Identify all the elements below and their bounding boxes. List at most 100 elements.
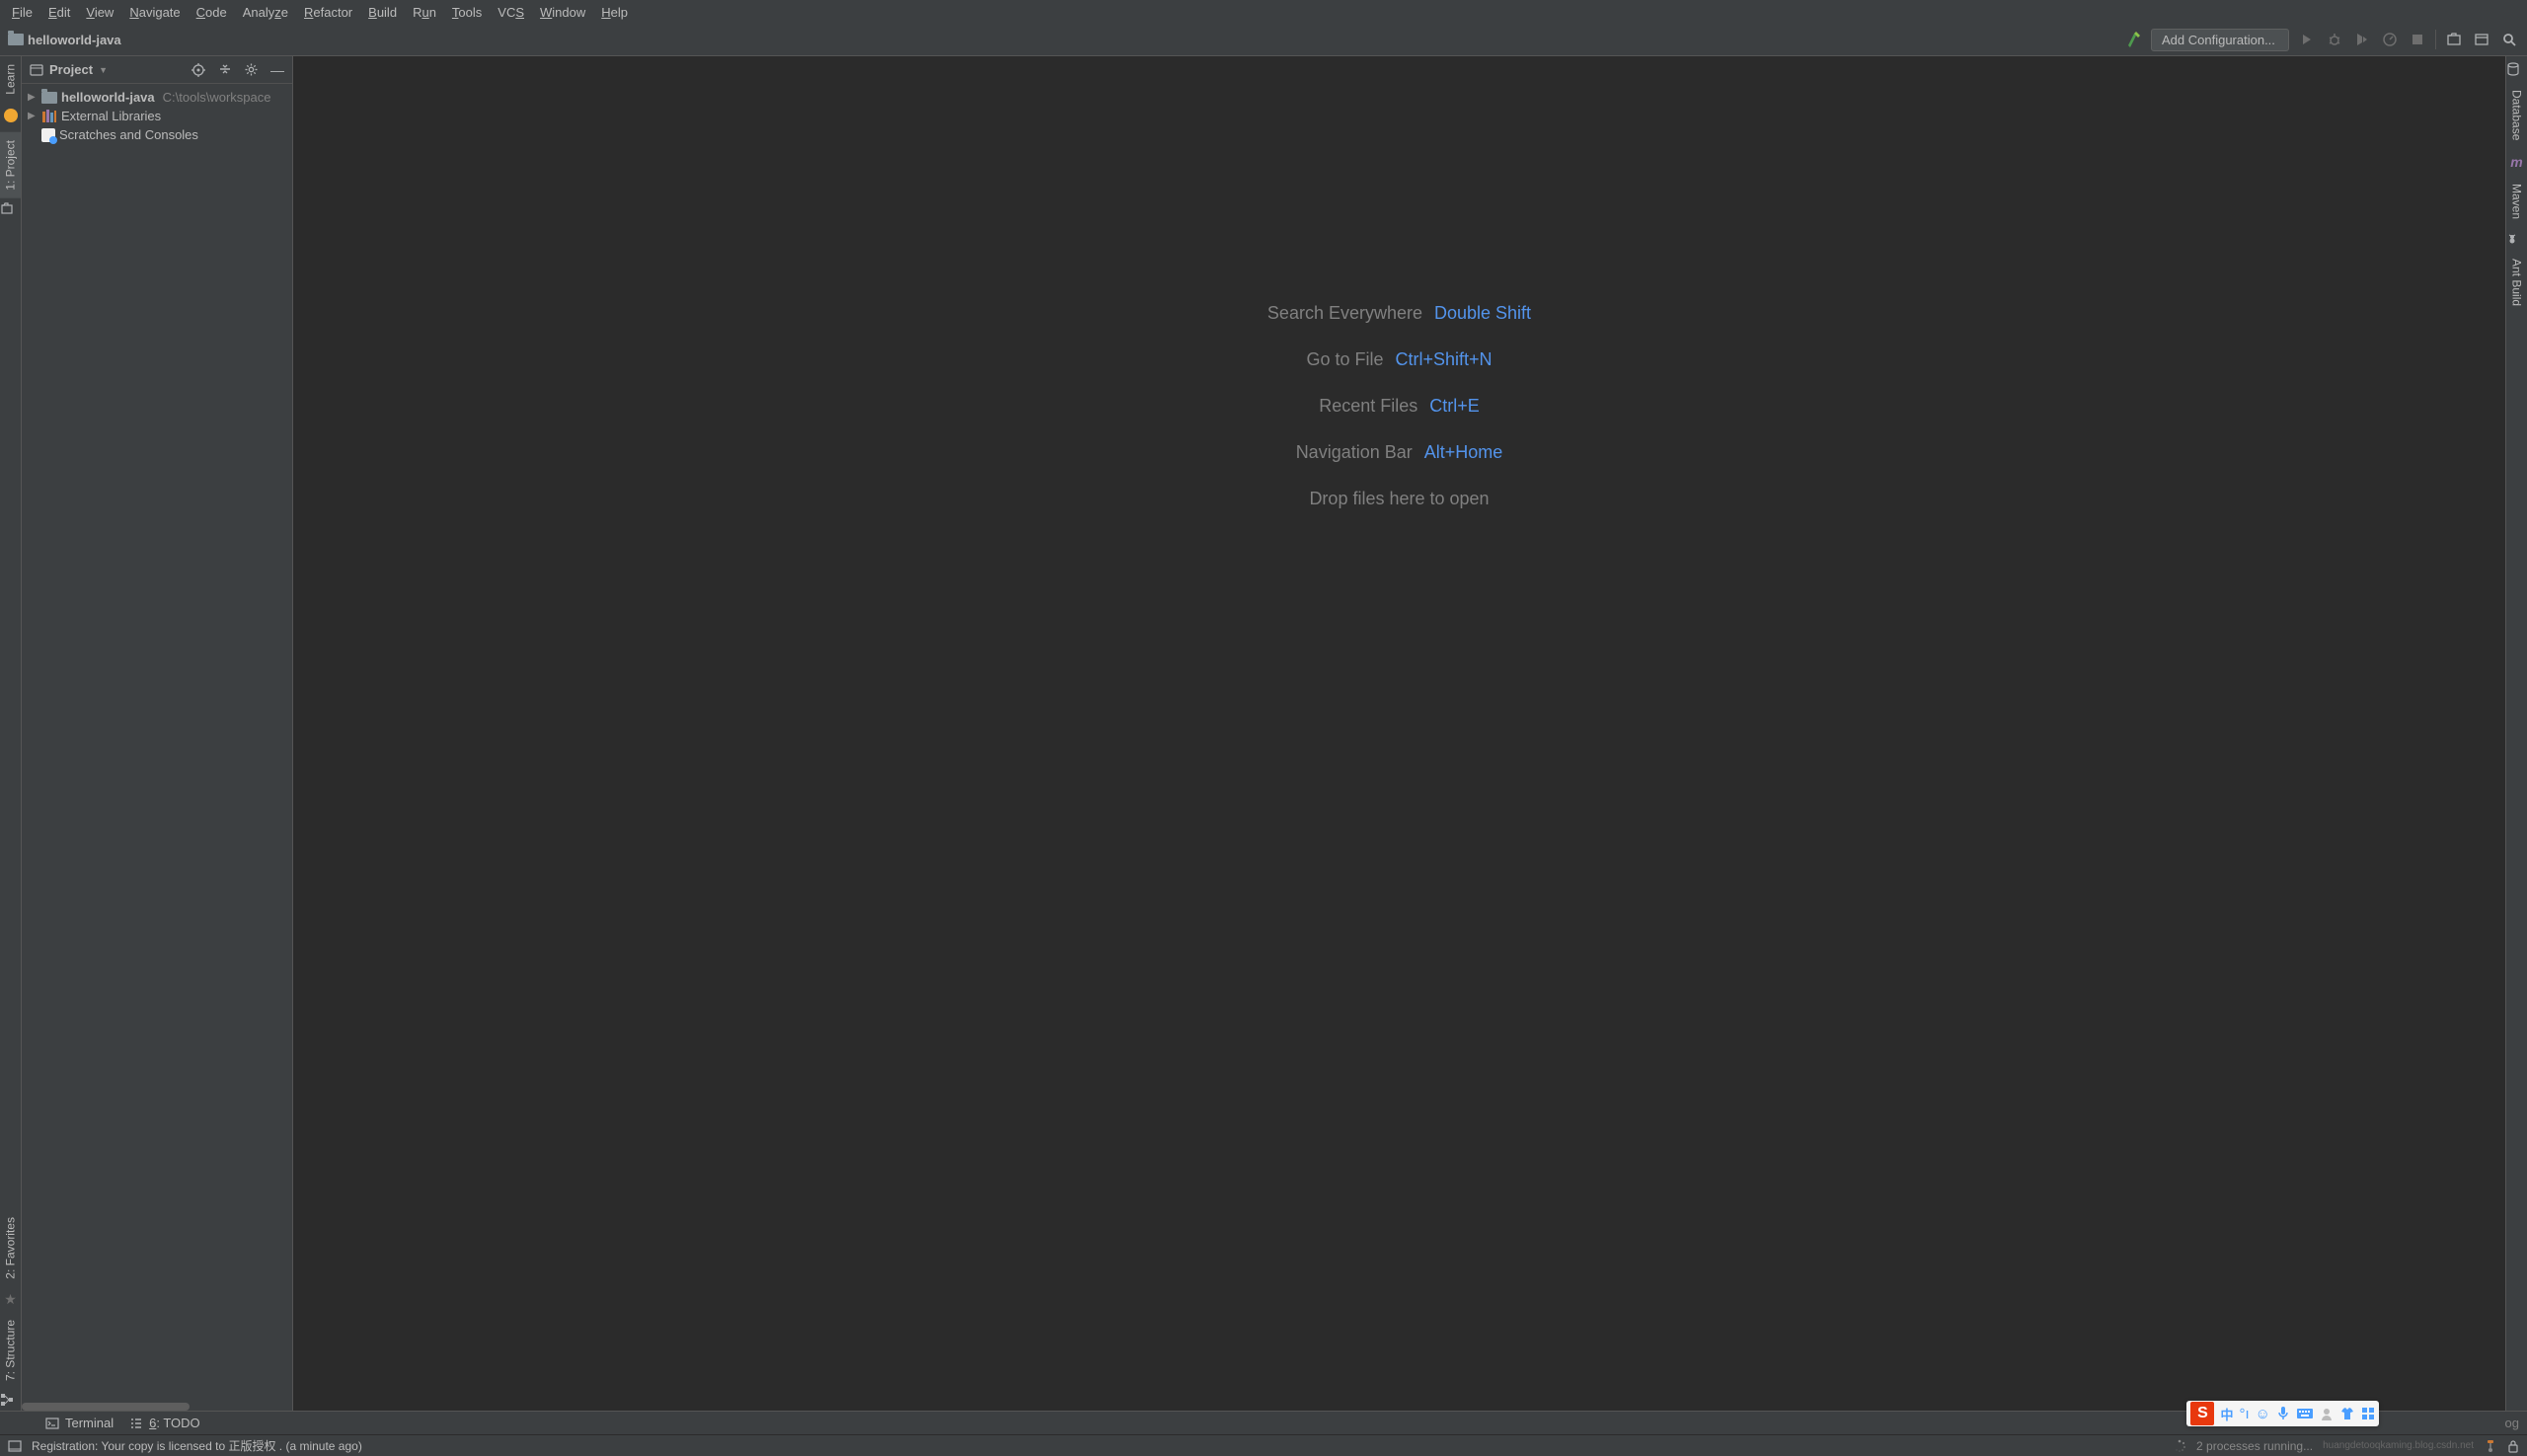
tree-scratches-row[interactable]: Scratches and Consoles: [22, 125, 292, 144]
hint-shortcut: Alt+Home: [1424, 442, 1503, 463]
menu-tools[interactable]: Tools: [444, 1, 490, 24]
hint-search-everywhere: Search Everywhere Double Shift: [1267, 303, 1531, 324]
horizontal-scrollbar[interactable]: [22, 1403, 292, 1411]
database-tab[interactable]: Database: [2506, 82, 2527, 148]
project-structure-button[interactable]: [2444, 30, 2464, 49]
todo-tab[interactable]: 6: TODO: [129, 1416, 200, 1430]
editor-empty-area[interactable]: Search Everywhere Double Shift Go to Fil…: [293, 56, 2505, 1411]
processes-status[interactable]: 2 processes running...: [2196, 1439, 2313, 1453]
folder-icon: [8, 34, 24, 45]
navigation-toolbar: helloworld-java Add Configuration...: [0, 24, 2527, 56]
ime-lang-button[interactable]: 中: [2220, 1405, 2233, 1423]
favorites-tab[interactable]: 2: Favorites: [0, 1209, 21, 1287]
menu-navigate[interactable]: Navigate: [121, 1, 188, 24]
project-panel: Project ▼ — ▶ helloworld-java C:\to: [22, 56, 293, 1411]
breadcrumb[interactable]: helloworld-java: [8, 33, 121, 47]
profile-button[interactable]: [2380, 30, 2400, 49]
learn-tab[interactable]: Learn: [0, 56, 21, 103]
stop-button[interactable]: [2408, 30, 2427, 49]
inspect-icon[interactable]: [2484, 1439, 2497, 1453]
hide-icon[interactable]: —: [270, 62, 284, 78]
hint-label: Search Everywhere: [1267, 303, 1422, 324]
menu-help[interactable]: Help: [593, 1, 636, 24]
ant-build-tab[interactable]: Ant Build: [2506, 251, 2527, 314]
menu-refactor[interactable]: Refactor: [296, 1, 360, 24]
collapse-all-icon[interactable]: [218, 62, 232, 78]
menu-file[interactable]: File: [4, 1, 40, 24]
hint-nav-bar: Navigation Bar Alt+Home: [1296, 442, 1503, 463]
star-icon: ★: [0, 1287, 21, 1312]
watermark-text: huangdetooqkaming.blog.csdn.net: [2323, 1440, 2474, 1451]
run-button[interactable]: [2297, 30, 2317, 49]
debug-button[interactable]: [2325, 30, 2344, 49]
menu-analyze[interactable]: Analyze: [235, 1, 296, 24]
project-tree[interactable]: ▶ helloworld-java C:\tools\workspace ▶ E…: [22, 84, 292, 1403]
ime-punct-button[interactable]: °ı: [2240, 1406, 2250, 1422]
menu-bar: File Edit View Navigate Code Analyze Ref…: [0, 0, 2527, 24]
project-panel-header: Project ▼ —: [22, 56, 292, 84]
tree-root-row[interactable]: ▶ helloworld-java C:\tools\workspace: [22, 88, 292, 107]
main-container: Learn 1: Project 2: Favorites ★ 7: Struc…: [0, 56, 2527, 1411]
right-tool-strip: Database m Maven Ant Build: [2505, 56, 2527, 1411]
menu-run[interactable]: Run: [405, 1, 444, 24]
hint-label: Navigation Bar: [1296, 442, 1413, 463]
coverage-button[interactable]: [2352, 30, 2372, 49]
expand-arrow-icon[interactable]: ▶: [28, 92, 38, 103]
tree-scratches-label: Scratches and Consoles: [59, 127, 198, 142]
project-tab-label: 1: Project: [4, 140, 18, 191]
ime-emoji-button[interactable]: ☺: [2256, 1406, 2270, 1422]
maven-tab[interactable]: Maven: [2506, 176, 2527, 227]
expand-arrow-icon[interactable]: ▶: [28, 111, 38, 121]
hint-shortcut: Ctrl+E: [1429, 396, 1480, 417]
ime-user-button[interactable]: [2320, 1407, 2334, 1420]
folder-icon: [41, 92, 57, 104]
locate-icon[interactable]: [191, 62, 206, 78]
menu-build[interactable]: Build: [360, 1, 405, 24]
status-message: Registration: Your copy is licensed to 正…: [32, 1437, 362, 1454]
gear-icon[interactable]: [244, 62, 259, 78]
tree-root-name: helloworld-java: [61, 90, 155, 105]
library-icon: [41, 110, 57, 123]
search-everywhere-button[interactable]: [2499, 30, 2519, 49]
event-log-tab[interactable]: og: [2505, 1416, 2519, 1430]
ime-toolbox-button[interactable]: [2361, 1407, 2375, 1420]
project-tab[interactable]: 1: Project: [0, 132, 21, 198]
hint-label: Drop files here to open: [1309, 489, 1489, 509]
ime-mic-button[interactable]: [2276, 1406, 2290, 1421]
scrollbar-thumb[interactable]: [22, 1403, 190, 1411]
ime-logo[interactable]: S: [2190, 1402, 2214, 1425]
structure-icon: [0, 1389, 21, 1411]
menu-vcs[interactable]: VCS: [490, 1, 532, 24]
tree-libs-label: External Libraries: [61, 109, 161, 123]
menu-window[interactable]: Window: [532, 1, 593, 24]
hint-drop-files: Drop files here to open: [1309, 489, 1489, 509]
ime-toolbar[interactable]: S 中 °ı ☺: [2186, 1401, 2379, 1426]
status-icon[interactable]: [8, 1439, 22, 1453]
loading-spinner-icon: [2173, 1439, 2186, 1453]
run-config-dropdown[interactable]: Add Configuration...: [2151, 29, 2289, 51]
ime-keyboard-button[interactable]: [2296, 1408, 2314, 1419]
tree-root-path: C:\tools\workspace: [163, 90, 271, 105]
breadcrumb-project: helloworld-java: [28, 33, 121, 47]
lock-icon[interactable]: [2507, 1439, 2519, 1453]
ant-icon: [2506, 227, 2527, 251]
build-icon[interactable]: [2125, 31, 2143, 48]
structure-tab[interactable]: 7: Structure: [0, 1312, 21, 1389]
tree-libs-row[interactable]: ▶ External Libraries: [22, 107, 292, 125]
ime-skin-button[interactable]: [2339, 1407, 2355, 1420]
menu-edit[interactable]: Edit: [40, 1, 78, 24]
ide-settings-button[interactable]: [2472, 30, 2491, 49]
chevron-down-icon[interactable]: ▼: [99, 65, 108, 75]
hint-shortcut: Ctrl+Shift+N: [1395, 349, 1492, 370]
menu-code[interactable]: Code: [189, 1, 235, 24]
project-panel-title[interactable]: Project: [49, 62, 93, 77]
hint-recent-files: Recent Files Ctrl+E: [1319, 396, 1480, 417]
maven-icon: m: [2506, 148, 2527, 176]
todo-icon: [129, 1417, 143, 1430]
terminal-label: Terminal: [65, 1416, 114, 1430]
left-tool-strip: Learn 1: Project 2: Favorites ★ 7: Struc…: [0, 56, 22, 1411]
hint-goto-file: Go to File Ctrl+Shift+N: [1306, 349, 1492, 370]
learn-icon: [4, 109, 18, 122]
menu-view[interactable]: View: [78, 1, 121, 24]
terminal-tab[interactable]: Terminal: [45, 1416, 114, 1430]
